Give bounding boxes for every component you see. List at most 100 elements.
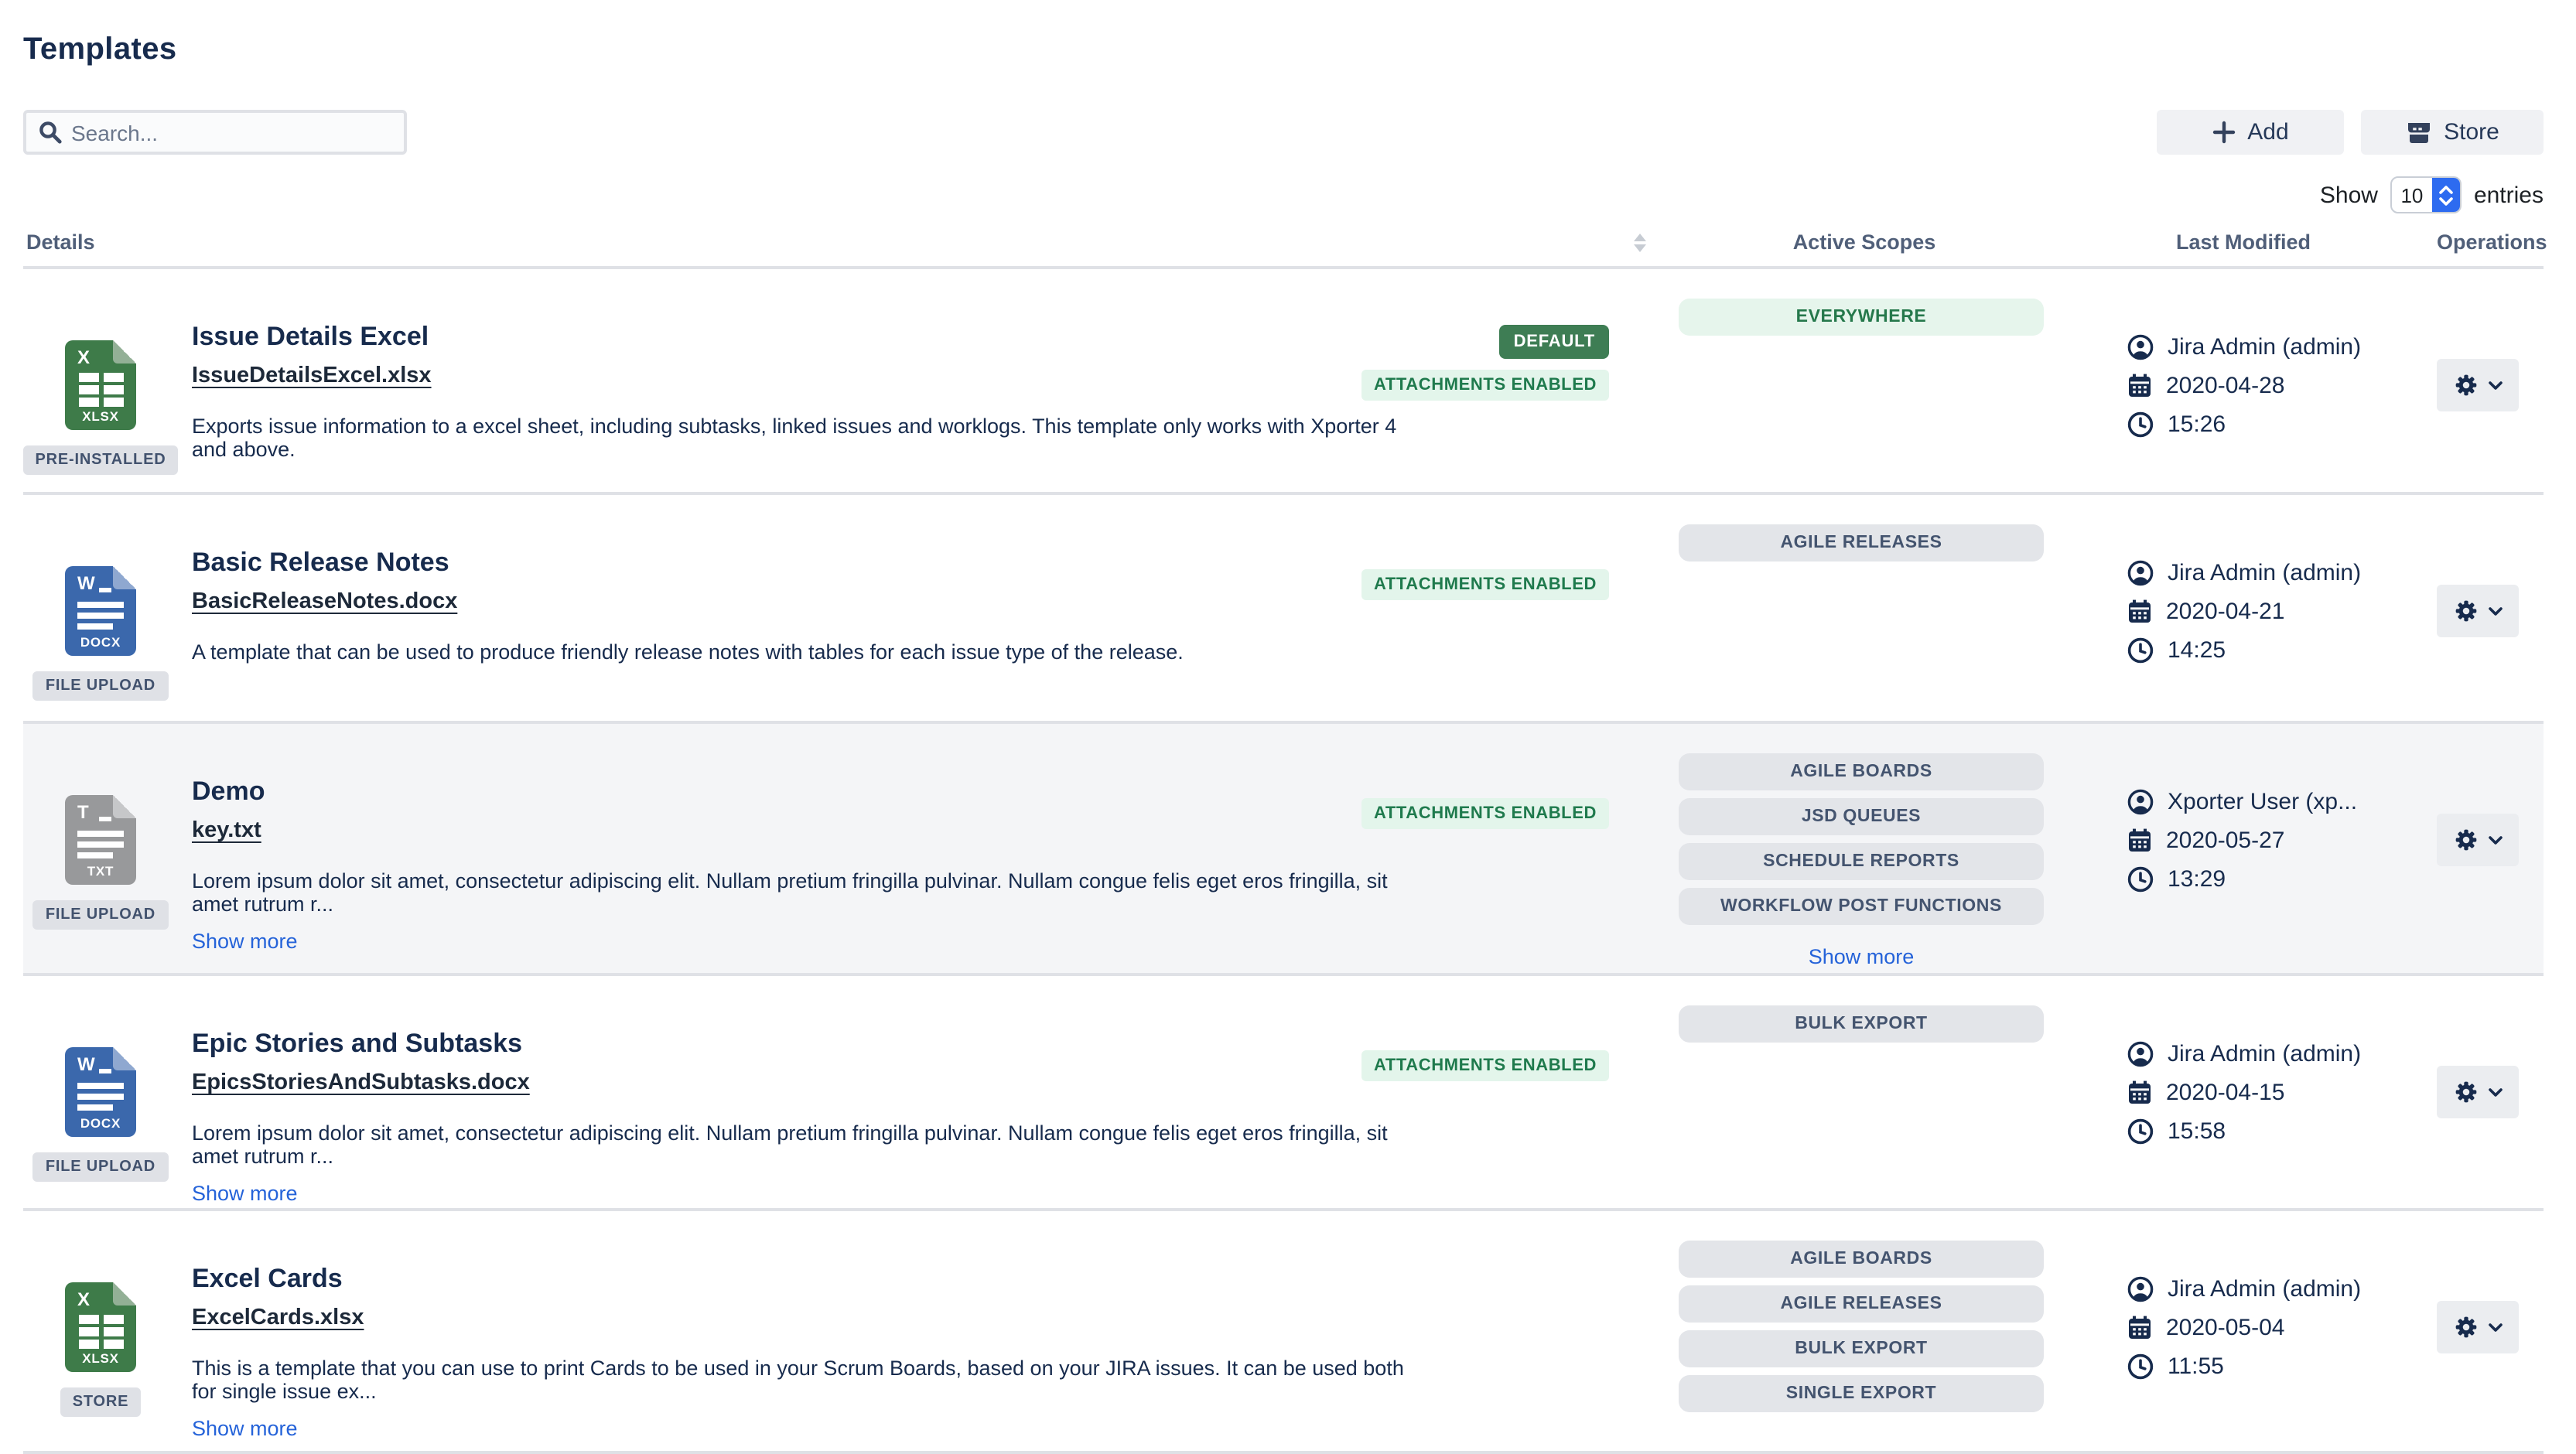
chevron-down-icon <box>2487 1322 2503 1333</box>
table-header: Details Active Scopes Last Modified Oper… <box>23 223 2544 269</box>
entries-label: entries <box>2474 182 2544 208</box>
scope-pill: BULK EXPORT <box>1679 1330 2044 1367</box>
storefront-icon <box>2405 120 2431 145</box>
page-size-value: 10 <box>2392 178 2432 212</box>
gear-icon <box>2453 1315 2478 1340</box>
modified-date: 2020-04-28 <box>2166 373 2284 399</box>
template-file-link[interactable]: key.txt <box>192 818 261 843</box>
template-file-link[interactable]: EpicsStoriesAndSubtasks.docx <box>192 1070 530 1095</box>
person-circle-icon <box>2127 334 2154 360</box>
scope-pill: WORKFLOW POST FUNCTIONS <box>1679 888 2044 925</box>
modified-by: Jira Admin (admin) <box>2168 1041 2361 1067</box>
modified-date: 2020-05-27 <box>2166 828 2284 854</box>
gear-icon <box>2453 828 2478 852</box>
clock-icon <box>2127 637 2154 664</box>
template-file-link[interactable]: IssueDetailsExcel.xlsx <box>192 364 432 388</box>
scope-pill: SINGLE EXPORT <box>1679 1375 2044 1412</box>
modified-by: Jira Admin (admin) <box>2168 1276 2361 1302</box>
source-badge: FILE UPLOAD <box>33 1152 168 1182</box>
template-description: This is a template that you can use to p… <box>192 1357 1430 1403</box>
template-description: Lorem ipsum dolor sit amet, consectetur … <box>192 1121 1430 1168</box>
person-circle-icon <box>2127 1041 2154 1067</box>
default-badge: DEFAULT <box>1500 325 1609 359</box>
pagination-controls: Show 10 entries <box>23 176 2544 213</box>
table-row: X XLSX STORE Excel Cards ExcelCards.xlsx… <box>23 1211 2544 1454</box>
calendar-icon <box>2127 828 2152 854</box>
docx-file-icon: W DOCX <box>65 1047 136 1137</box>
calendar-icon <box>2127 1315 2152 1341</box>
modified-date: 2020-04-21 <box>2166 599 2284 625</box>
modified-time: 11:55 <box>2168 1353 2224 1380</box>
scopes-show-more-link[interactable]: Show more <box>1679 945 2044 968</box>
chevron-down-icon <box>2487 380 2503 391</box>
page-size-select[interactable]: 10 <box>2390 176 2462 213</box>
table-row: W DOCX FILE UPLOAD Epic Stories and Subt… <box>23 976 2544 1211</box>
modified-date: 2020-04-15 <box>2166 1080 2284 1106</box>
operations-button[interactable] <box>2437 359 2519 411</box>
xlsx-file-icon: X XLSX <box>65 1282 136 1372</box>
scope-pill: BULK EXPORT <box>1679 1005 2044 1043</box>
modified-time: 13:29 <box>2168 866 2226 893</box>
sort-arrows-icon[interactable] <box>1634 234 1646 252</box>
description-show-more-link[interactable]: Show more <box>192 1417 298 1440</box>
person-circle-icon <box>2127 789 2154 815</box>
page-title: Templates <box>23 32 2576 68</box>
operations-button[interactable] <box>2437 1301 2519 1353</box>
chevron-down-icon <box>2487 835 2503 845</box>
search-icon <box>39 121 62 144</box>
source-badge: FILE UPLOAD <box>33 900 168 930</box>
search-box[interactable] <box>23 110 407 155</box>
add-button-label: Add <box>2247 119 2288 145</box>
modified-by: Jira Admin (admin) <box>2168 334 2361 360</box>
store-button-label: Store <box>2444 119 2499 145</box>
clock-icon <box>2127 1353 2154 1380</box>
docx-file-icon: W DOCX <box>65 566 136 656</box>
txt-file-icon: T TXT <box>65 795 136 885</box>
scope-pill: EVERYWHERE <box>1679 299 2044 336</box>
toolbar: Add Store <box>23 110 2544 155</box>
modified-by: Jira Admin (admin) <box>2168 560 2361 586</box>
operations-button[interactable] <box>2437 814 2519 866</box>
chevron-down-icon <box>2487 606 2503 616</box>
show-label: Show <box>2320 182 2378 208</box>
modified-date: 2020-05-04 <box>2166 1315 2284 1341</box>
person-circle-icon <box>2127 1276 2154 1302</box>
calendar-icon <box>2127 1080 2152 1106</box>
column-header-details[interactable]: Details <box>23 230 1609 254</box>
modified-by: Xporter User (xp... <box>2168 789 2357 815</box>
modified-time: 15:26 <box>2168 411 2226 438</box>
column-header-active-scopes: Active Scopes <box>1609 230 2050 254</box>
template-file-link[interactable]: BasicReleaseNotes.docx <box>192 589 457 614</box>
template-description: Lorem ipsum dolor sit amet, consectetur … <box>192 869 1430 916</box>
source-badge: STORE <box>60 1387 142 1417</box>
search-input[interactable] <box>71 120 391 145</box>
scope-pill: SCHEDULE REPORTS <box>1679 843 2044 880</box>
modified-time: 14:25 <box>2168 637 2226 664</box>
xlsx-file-icon: X XLSX <box>65 340 136 430</box>
chevron-down-icon <box>2487 1087 2503 1097</box>
table-row: X XLSX PRE-INSTALLED Issue Details Excel… <box>23 269 2544 495</box>
scope-pill: AGILE RELEASES <box>1679 1285 2044 1323</box>
table-row: W DOCX FILE UPLOAD Basic Release Notes B… <box>23 495 2544 724</box>
scope-pill: AGILE BOARDS <box>1679 753 2044 790</box>
operations-button[interactable] <box>2437 585 2519 637</box>
scope-pill: AGILE RELEASES <box>1679 524 2044 561</box>
gear-icon <box>2453 599 2478 623</box>
gear-icon <box>2453 373 2478 398</box>
modified-time: 15:58 <box>2168 1118 2226 1145</box>
clock-icon <box>2127 1118 2154 1145</box>
description-show-more-link[interactable]: Show more <box>192 930 298 953</box>
add-button[interactable]: Add <box>2157 110 2344 155</box>
column-header-operations: Operations <box>2437 230 2547 254</box>
calendar-icon <box>2127 599 2152 625</box>
up-down-chevrons-icon[interactable] <box>2432 178 2460 212</box>
template-description: Exports issue information to a excel she… <box>192 415 1430 461</box>
source-badge: PRE-INSTALLED <box>23 445 179 475</box>
template-description: A template that can be used to produce f… <box>192 640 1430 664</box>
operations-button[interactable] <box>2437 1066 2519 1118</box>
calendar-icon <box>2127 373 2152 399</box>
store-button[interactable]: Store <box>2361 110 2544 155</box>
gear-icon <box>2453 1080 2478 1104</box>
description-show-more-link[interactable]: Show more <box>192 1182 298 1205</box>
template-file-link[interactable]: ExcelCards.xlsx <box>192 1306 364 1330</box>
